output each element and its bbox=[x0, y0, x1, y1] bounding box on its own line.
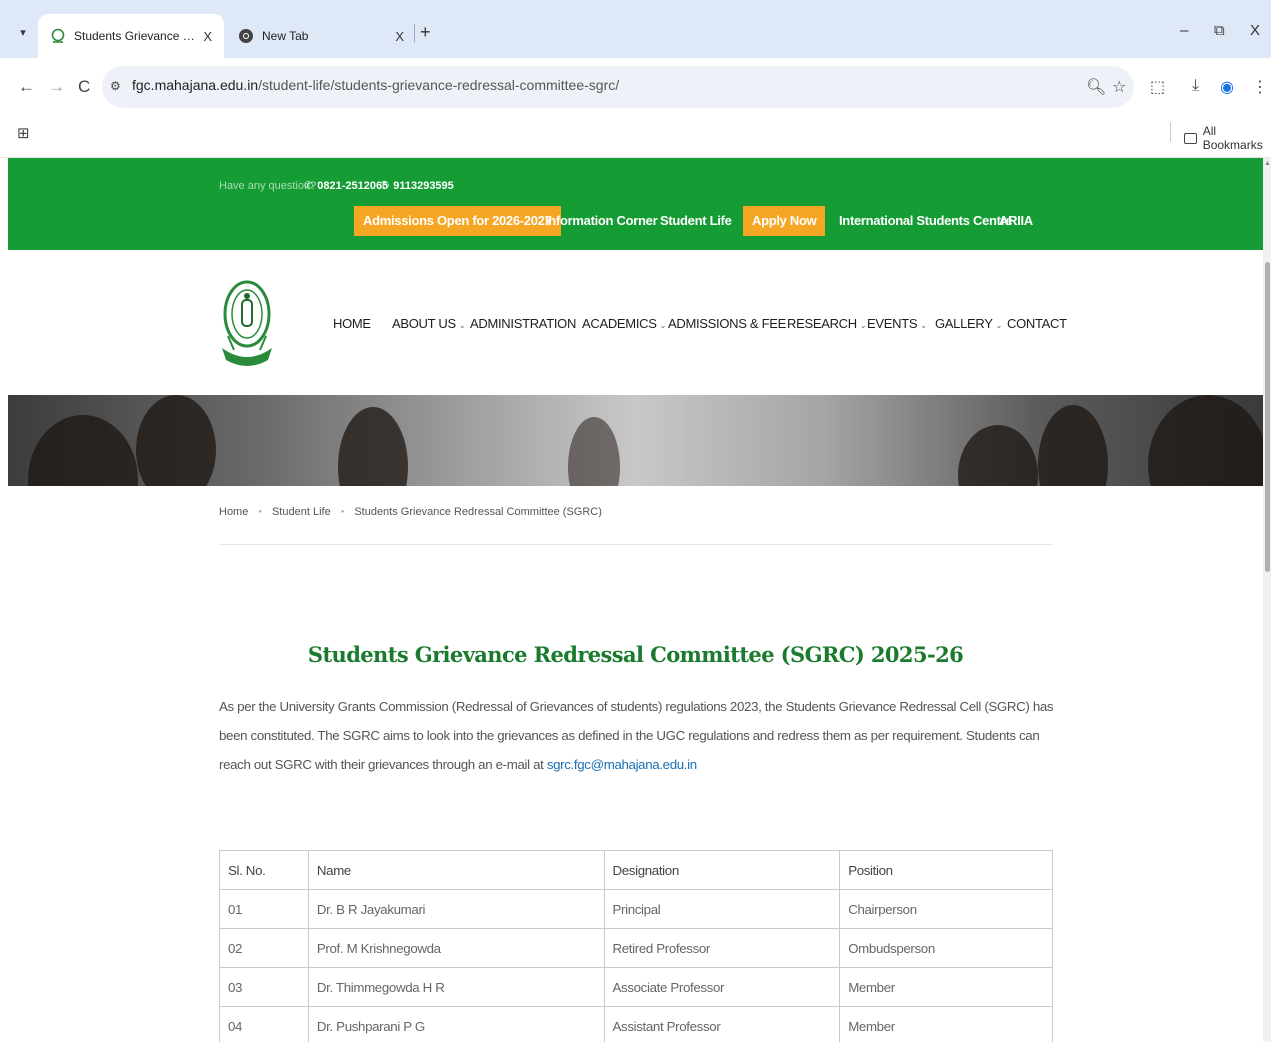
menu-research[interactable]: RESEARCH ⌄ bbox=[787, 316, 867, 331]
apps-grid-icon[interactable]: ⊞ bbox=[17, 124, 30, 142]
top-info-bar: Have any question? ✆ 0821-2512065 ✆ 911329… bbox=[8, 158, 1263, 250]
folder-icon bbox=[1184, 132, 1197, 144]
tab-new-tab[interactable]: New Tab X bbox=[226, 14, 416, 58]
menu-gallery[interactable]: GALLERY ⌄ bbox=[935, 316, 1002, 331]
page-banner-image bbox=[8, 395, 1263, 486]
all-bookmarks-button[interactable]: All Bookmarks bbox=[1184, 124, 1271, 152]
tab-close-icon[interactable]: X bbox=[203, 29, 212, 44]
zoom-icon[interactable]: 🔍︎ bbox=[1086, 77, 1106, 97]
extensions-icon[interactable]: ⬚ bbox=[1150, 77, 1165, 97]
site-favicon-icon bbox=[51, 28, 65, 43]
table-header-row: Sl. No. Name Designation Position bbox=[219, 850, 1053, 890]
topnav-apply-now[interactable]: Apply Now bbox=[743, 206, 826, 236]
page-title: Students Grievance Redressal Committee (… bbox=[307, 642, 964, 667]
table-row: 04 Dr. Pushparani P G Assistant Professo… bbox=[219, 1006, 1053, 1042]
tab-title: New Tab bbox=[262, 29, 309, 43]
cell-designation: Associate Professor bbox=[603, 967, 841, 1007]
cell-sl-no: 01 bbox=[219, 889, 309, 929]
bookmark-star-icon[interactable]: ☆ bbox=[1112, 77, 1126, 97]
chevron-down-icon: ⌄ bbox=[659, 321, 667, 330]
topnav-international-students[interactable]: International Students Centre bbox=[839, 206, 1013, 236]
cell-name: Prof. M Krishnegowda bbox=[307, 928, 605, 968]
cell-position: Member bbox=[839, 1006, 1053, 1042]
profile-avatar-icon[interactable]: ◉ bbox=[1220, 77, 1234, 97]
cell-position: Chairperson bbox=[839, 889, 1053, 929]
question-label: Have any question? bbox=[219, 180, 317, 192]
sgrc-email-link[interactable]: sgrc.fgc@mahajana.edu.in bbox=[547, 757, 697, 772]
phone-icon: ✆ bbox=[304, 180, 314, 192]
table-row: 02 Prof. M Krishnegowda Retired Professo… bbox=[219, 928, 1053, 968]
tab-search-chevron-icon[interactable]: ▾ bbox=[12, 22, 34, 44]
scroll-up-arrow-icon[interactable]: ▲ bbox=[1264, 160, 1271, 167]
topnav-ariia[interactable]: ARIIA bbox=[999, 206, 1033, 236]
chevron-down-icon: ⌄ bbox=[920, 321, 927, 330]
phone-link-1[interactable]: ✆ 0821-2512065 bbox=[304, 179, 388, 192]
cell-position: Ombudsperson bbox=[839, 928, 1053, 968]
back-button[interactable]: ← bbox=[18, 77, 35, 97]
topnav-information-corner[interactable]: Information Corner bbox=[545, 206, 658, 236]
new-tab-button[interactable]: + bbox=[420, 22, 431, 43]
cell-sl-no: 03 bbox=[219, 967, 309, 1007]
breadcrumb: Home ● Student Life ● Students Grievance… bbox=[219, 506, 602, 518]
menu-events[interactable]: EVENTS ⌄ bbox=[867, 316, 927, 331]
chevron-down-icon: ⌄ bbox=[995, 321, 1003, 330]
breadcrumb-divider bbox=[219, 544, 1053, 545]
breadcrumb-student-life[interactable]: Student Life bbox=[272, 506, 331, 518]
tab-close-icon[interactable]: X bbox=[395, 29, 404, 44]
bookmarks-bar bbox=[0, 116, 1271, 158]
close-window-button[interactable]: X bbox=[1250, 22, 1260, 39]
tab-separator bbox=[414, 24, 415, 42]
column-header-name: Name bbox=[307, 850, 605, 890]
page-viewport: Have any question? ✆ 0821-2512065 ✆ 911329… bbox=[8, 158, 1263, 1042]
menu-contact[interactable]: CONTACT bbox=[1007, 316, 1067, 331]
tab-title: Students Grievance Redressal C bbox=[74, 29, 198, 43]
menu-home[interactable]: HOME bbox=[333, 316, 371, 331]
scrollbar-thumb[interactable] bbox=[1265, 262, 1270, 572]
restore-button[interactable]: ⧉ bbox=[1214, 22, 1225, 39]
cell-designation: Retired Professor bbox=[603, 928, 841, 968]
intro-paragraph: As per the University Grants Commission … bbox=[219, 699, 1054, 772]
chevron-down-icon: ⌄ bbox=[859, 321, 867, 330]
cell-position: Member bbox=[839, 967, 1053, 1007]
reload-button[interactable]: C bbox=[78, 77, 90, 97]
url-text[interactable]: fgc.mahajana.edu.in/student-life/student… bbox=[132, 77, 619, 93]
forward-button[interactable]: → bbox=[48, 77, 65, 97]
column-header-position: Position bbox=[839, 850, 1053, 890]
phone-icon: ✆ bbox=[380, 180, 390, 192]
topnav-admissions-open[interactable]: Admissions Open for 2026-2027 bbox=[354, 206, 561, 236]
table-row: 03 Dr. Thimmegowda H R Associate Profess… bbox=[219, 967, 1053, 1007]
downloads-icon[interactable]: ⤓ bbox=[1192, 77, 1199, 95]
all-bookmarks-label: All Bookmarks bbox=[1202, 124, 1263, 152]
tab-students-grievance[interactable]: Students Grievance Redressal C X bbox=[38, 14, 224, 58]
college-logo[interactable] bbox=[220, 276, 274, 370]
cell-sl-no: 02 bbox=[219, 928, 309, 968]
breadcrumb-current: Students Grievance Redressal Committee (… bbox=[354, 506, 602, 518]
cell-name: Dr. Pushparani P G bbox=[307, 1006, 605, 1042]
menu-about-us[interactable]: ABOUT US ⌄ bbox=[392, 316, 466, 331]
cell-sl-no: 04 bbox=[219, 1006, 309, 1042]
column-header-designation: Designation bbox=[603, 850, 841, 890]
menu-administration[interactable]: ADMINISTRATION bbox=[470, 316, 576, 331]
topnav-student-life[interactable]: Student Life bbox=[660, 206, 732, 236]
chevron-down-icon: ⌄ bbox=[458, 321, 466, 330]
cell-designation: Principal bbox=[603, 889, 841, 929]
menu-kebab-icon[interactable]: ⋮ bbox=[1252, 77, 1268, 97]
minimize-button[interactable]: – bbox=[1180, 22, 1188, 39]
cell-name: Dr. Thimmegowda H R bbox=[307, 967, 605, 1007]
table-row: 01 Dr. B R Jayakumari Principal Chairper… bbox=[219, 889, 1053, 929]
column-header-sl-no: Sl. No. bbox=[219, 850, 309, 890]
breadcrumb-home[interactable]: Home bbox=[219, 506, 248, 518]
bookmarks-separator bbox=[1170, 122, 1171, 142]
cell-name: Dr. B R Jayakumari bbox=[307, 889, 605, 929]
phone-link-2[interactable]: ✆ 9113293595 bbox=[380, 179, 454, 192]
chrome-icon bbox=[239, 29, 253, 43]
cell-designation: Assistant Professor bbox=[603, 1006, 841, 1042]
menu-admissions-fee[interactable]: ADMISSIONS & FEE bbox=[668, 316, 786, 331]
menu-academics[interactable]: ACADEMICS ⌄ bbox=[582, 316, 666, 331]
sgrc-members-table: Sl. No. Name Designation Position 01 Dr.… bbox=[219, 850, 1053, 1042]
site-info-icon[interactable]: ⚙ bbox=[110, 79, 121, 93]
